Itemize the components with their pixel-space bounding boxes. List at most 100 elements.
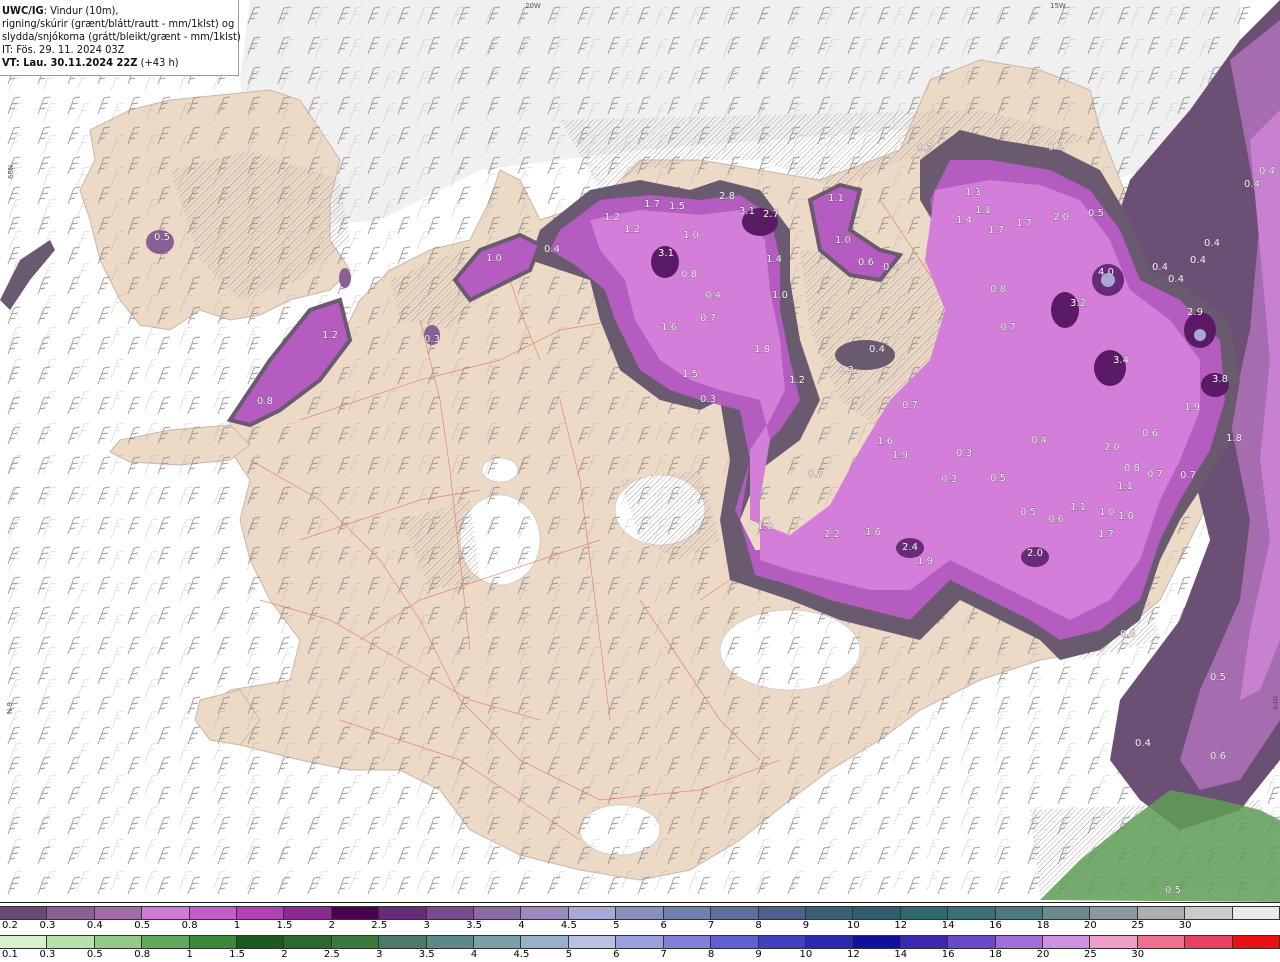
legend-label: 5 — [613, 920, 620, 931]
legend-label: 14 — [894, 949, 908, 960]
legend-label: 1 — [186, 949, 193, 960]
rain-legend-swatches — [0, 935, 1280, 949]
precip-value-label: 1.2 — [624, 224, 640, 235]
legend-swatch — [1042, 907, 1091, 919]
info-line1: : Vindur (10m), — [43, 4, 119, 17]
precip-value-label: 0.7 — [1147, 469, 1163, 480]
legend-swatch — [663, 936, 712, 948]
precip-value-label: 0.7 — [902, 400, 918, 411]
precip-value-label: 0.6 — [858, 257, 874, 268]
legend-label: 0.8 — [134, 949, 151, 960]
precip-value-label: 1.7 — [644, 199, 660, 210]
legend-label: 7 — [660, 949, 667, 960]
lon-label-15w: 15W — [1050, 2, 1066, 10]
precip-value-label: 0.5 — [1088, 208, 1104, 219]
precip-value-label: 0.4 — [1031, 435, 1047, 446]
precip-value-label: 0.3 — [838, 365, 854, 376]
legend-label: 0.2 — [2, 920, 18, 931]
precip-value-label: 1.6 — [661, 322, 677, 333]
legend-swatch — [758, 907, 806, 919]
precip-value-label: 1.9 — [917, 556, 933, 567]
legend-swatch — [521, 907, 569, 919]
legend-label: 30 — [1178, 920, 1192, 931]
precip-value-label: 0.7 — [808, 469, 824, 480]
precip-legend: 0.2 0.3 0.4 0.5 0.8 1 1.5 2 2.5 3 3.5 4 4.5 5 6 7 8 9 10 12… — [0, 902, 1280, 961]
precip-value-label: 1.7 — [988, 225, 1004, 236]
legend-swatch — [1137, 907, 1186, 919]
legend-swatch — [853, 936, 901, 948]
legend-swatch — [284, 936, 332, 948]
precip-value-label: 1.1 — [828, 193, 844, 204]
legend-swatch — [47, 907, 95, 919]
legend-swatch — [331, 907, 380, 919]
legend-swatch — [47, 936, 95, 948]
precip-value-label: 0.4 — [1190, 255, 1206, 266]
legend-swatch — [995, 936, 1043, 948]
legend-swatch — [663, 907, 712, 919]
legend-swatch — [94, 936, 143, 948]
precip-value-label: 1.0 — [486, 253, 502, 264]
legend-swatch — [1232, 936, 1280, 948]
legend-label: 12 — [846, 949, 860, 960]
precip-value-label: 1.8 — [754, 344, 770, 355]
legend-label: 3.5 — [466, 920, 483, 931]
precip-value-label: 1.6 — [865, 527, 881, 538]
legend-label: 2.5 — [323, 949, 340, 960]
rain-legend-labels: 0.1 0.3 0.5 0.8 1 1.5 2 2.5 3 3.5 4 4.5 5 6 7 8 9 10 12 14 1… — [0, 949, 1280, 962]
legend-swatch — [189, 936, 238, 948]
legend-swatch — [521, 936, 569, 948]
precip-value-label: 0.4 — [883, 262, 899, 273]
legend-label: 10 — [799, 949, 813, 960]
info-line4: IT: Fös. 29. 11. 2024 03Z — [2, 43, 125, 56]
precip-value-label: 0.5 — [1120, 629, 1136, 640]
legend-label: 3.5 — [418, 949, 435, 960]
precip-value-label: 3.4 — [1113, 355, 1129, 366]
legend-label: 3 — [423, 920, 430, 931]
lon-label-20w: 20W — [525, 2, 541, 10]
legend-label: 2 — [281, 949, 288, 960]
info-line3: slydda/snjókoma (grátt/bleikt/grænt - mm… — [2, 30, 241, 43]
precip-value-label: 0.3 — [424, 334, 440, 345]
legend-swatch — [426, 907, 475, 919]
precip-value-label: 1.5 — [682, 369, 698, 380]
legend-swatch — [237, 936, 285, 948]
legend-label: 0.3 — [39, 920, 56, 931]
precip-value-label: 0.4 — [1152, 262, 1168, 273]
model-name: UWC/IG — [2, 4, 44, 17]
legend-label: 0.5 — [134, 920, 151, 931]
precip-value-label: 1.8 — [1226, 433, 1242, 444]
legend-label: 7 — [707, 920, 715, 931]
legend-swatch — [805, 907, 854, 919]
legend-label: 9 — [755, 949, 762, 960]
weather-map: 0.5 1.2 0.8 0.3 1.0 0.4 1.2 1.7 1.5 2.8 3.1 2.7 1.2 1… — [0, 0, 1280, 902]
legend-swatch — [474, 936, 522, 948]
precip-value-label: 1.0 — [757, 521, 773, 532]
precip-value-label: 0.8 — [257, 396, 273, 407]
legend-label: 0.8 — [181, 920, 198, 931]
precip-value-label: 0.7 — [700, 313, 716, 324]
precip-value-label: 4.0 — [1098, 267, 1114, 278]
precip-value-label: 0.5 — [1165, 885, 1181, 896]
precip-value-label: 3.8 — [1212, 374, 1228, 385]
legend-swatch — [568, 936, 617, 948]
precip-value-label: 0.8 — [1124, 463, 1140, 474]
precip-value-label: 0.4 — [1244, 179, 1260, 190]
valid-time: VT: Lau. 30.11.2024 22Z — [2, 56, 138, 69]
legend-swatch — [711, 907, 759, 919]
legend-swatch — [616, 907, 664, 919]
legend-label: 5 — [565, 949, 573, 960]
legend-label: 4 — [518, 920, 525, 931]
legend-label: 20 — [1083, 920, 1097, 931]
precip-value-label: 2.0 — [1027, 548, 1043, 559]
legend-swatch — [616, 936, 664, 948]
legend-label: 16 — [941, 949, 955, 960]
legend-swatch — [1090, 907, 1138, 919]
precip-value-label: 1.1 — [975, 205, 991, 216]
precip-value-label: 0.7 — [1000, 322, 1016, 333]
precip-value-label: 3.1 — [739, 206, 755, 217]
legend-swatch — [474, 907, 522, 919]
legend-label: 25 — [1131, 920, 1145, 931]
legend-swatch — [284, 907, 332, 919]
precip-value-label: 0.6 — [1048, 514, 1064, 525]
precip-value-label: 0.5 — [1020, 507, 1036, 518]
